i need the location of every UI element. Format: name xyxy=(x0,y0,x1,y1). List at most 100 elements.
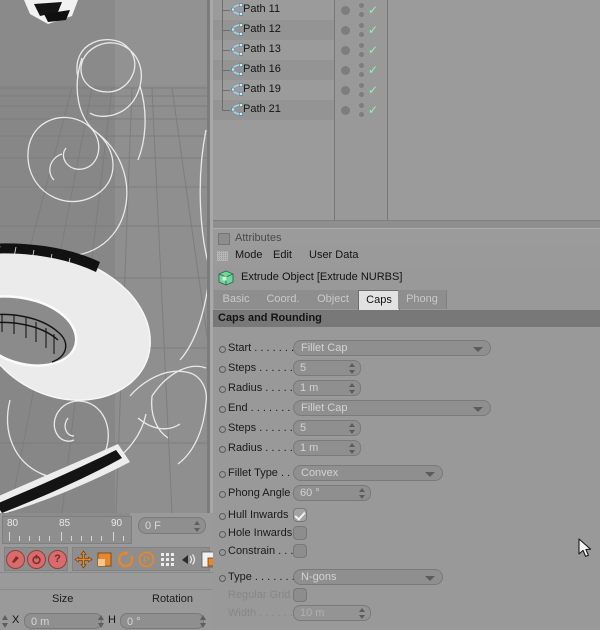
animation-toolbar[interactable]: ? P xyxy=(0,545,217,572)
object-flags[interactable]: ✓ xyxy=(335,40,387,60)
render-visibility-dot[interactable] xyxy=(359,12,364,17)
enabled-check-icon[interactable]: ✓ xyxy=(368,104,378,116)
tree-line xyxy=(222,100,223,110)
property-number-field[interactable]: 5 xyxy=(293,420,361,436)
object-flags[interactable]: ✓ xyxy=(335,0,387,20)
tab-caps[interactable]: Caps xyxy=(358,290,400,310)
property-checkbox[interactable] xyxy=(293,544,307,558)
enabled-check-icon[interactable]: ✓ xyxy=(368,64,378,76)
rotation-h-spinner-icon[interactable] xyxy=(200,615,207,628)
drag-grip-icon[interactable] xyxy=(217,251,228,261)
enabled-check-icon[interactable]: ✓ xyxy=(368,44,378,56)
render-view-button[interactable] xyxy=(179,549,198,569)
render-visibility-dot[interactable] xyxy=(359,72,364,77)
record-active-objects-button[interactable] xyxy=(6,549,25,569)
property-number-field[interactable]: 5 xyxy=(293,360,361,376)
object-flags[interactable]: ✓ xyxy=(335,80,387,100)
object-row[interactable]: Path 16 ✓ xyxy=(213,60,378,80)
timeline-bar[interactable]: 80 85 90 0 F xyxy=(0,513,213,545)
editor-visibility-dot[interactable] xyxy=(359,83,364,88)
size-x-stepper-icon[interactable] xyxy=(2,615,9,628)
menu-user-data[interactable]: User Data xyxy=(309,249,359,261)
property-value: 1 m xyxy=(300,442,319,454)
perspective-viewport[interactable] xyxy=(0,0,213,513)
object-row[interactable]: Path 21 ✓ xyxy=(213,100,378,120)
property-dropdown[interactable]: Fillet Cap xyxy=(293,340,491,356)
rotate-tool-button[interactable] xyxy=(116,549,135,569)
object-manager-empty-area xyxy=(388,0,600,220)
property-dropdown[interactable]: Fillet Cap xyxy=(293,400,491,416)
property-number-field[interactable]: 1 m xyxy=(293,380,361,396)
stepper-icon[interactable] xyxy=(349,363,356,374)
object-tree[interactable]: Path 11 ✓ Path 12 ✓ Path 13 ✓ Path 16 ✓ Path 19 ✓… xyxy=(213,0,378,220)
size-x-field[interactable]: 0 m xyxy=(24,613,102,629)
current-frame-field[interactable]: 0 F xyxy=(138,517,206,534)
visibility-dot[interactable] xyxy=(341,106,350,115)
move-tool-button[interactable] xyxy=(74,549,93,569)
property-dropdown[interactable]: N-gons xyxy=(293,569,443,585)
editor-visibility-dot[interactable] xyxy=(359,103,364,108)
menu-edit[interactable]: Edit xyxy=(273,249,292,261)
visibility-dot[interactable] xyxy=(341,86,350,95)
attribute-manager[interactable]: Attributes Mode Edit User Data Extrude O… xyxy=(213,228,600,629)
enabled-check-icon[interactable]: ✓ xyxy=(368,84,378,96)
render-visibility-dot[interactable] xyxy=(359,112,364,117)
object-row[interactable]: Path 11 ✓ xyxy=(213,0,378,20)
property-number-field[interactable]: 1 m xyxy=(293,440,361,456)
property-value: 60 ° xyxy=(300,487,320,499)
visibility-dot[interactable] xyxy=(341,26,350,35)
object-row[interactable]: Path 19 ✓ xyxy=(213,80,378,100)
property-dropdown[interactable]: Convex xyxy=(293,465,443,481)
property-number-field[interactable]: 10 m xyxy=(293,605,371,621)
point-mode-tool-button[interactable] xyxy=(158,549,177,569)
object-flags[interactable]: ✓ xyxy=(335,60,387,80)
tab-coord[interactable]: Coord. xyxy=(258,290,309,309)
object-manager[interactable]: Path 11 ✓ Path 12 ✓ Path 13 ✓ Path 16 ✓ Path 19 ✓… xyxy=(213,0,600,229)
coord-row-rotation-h[interactable]: H 0 ° xyxy=(106,613,213,630)
visibility-dot[interactable] xyxy=(341,66,350,75)
coord-row-size-x[interactable]: X 0 m xyxy=(0,613,106,630)
panel-lock-checkbox[interactable] xyxy=(218,233,230,245)
keyframe-help-button[interactable]: ? xyxy=(48,549,67,569)
attributes-tab-bar[interactable]: Basic Coord. Object Caps Phong xyxy=(213,290,600,310)
tab-basic[interactable]: Basic xyxy=(214,290,259,309)
editor-visibility-dot[interactable] xyxy=(359,3,364,8)
parametric-tool-button[interactable]: P xyxy=(137,549,156,569)
editor-visibility-dot[interactable] xyxy=(359,63,364,68)
render-visibility-dot[interactable] xyxy=(359,52,364,57)
timeline-ruler[interactable]: 80 85 90 xyxy=(2,516,132,544)
object-flags[interactable]: ✓ xyxy=(335,100,387,120)
property-value: Convex xyxy=(301,467,339,479)
object-flags[interactable]: ✓ xyxy=(335,20,387,40)
render-visibility-dot[interactable] xyxy=(359,92,364,97)
stepper-icon[interactable] xyxy=(359,608,366,619)
object-row[interactable]: Path 12 ✓ xyxy=(213,20,378,40)
autokeying-button[interactable] xyxy=(27,549,46,569)
object-row[interactable]: Path 13 ✓ xyxy=(213,40,378,60)
property-checkbox[interactable] xyxy=(293,588,307,602)
property-checkbox[interactable] xyxy=(293,508,307,522)
tab-phong[interactable]: Phong xyxy=(398,290,447,309)
visibility-dot[interactable] xyxy=(341,46,350,55)
rotation-h-field[interactable]: 0 ° xyxy=(120,613,204,629)
enabled-check-icon[interactable]: ✓ xyxy=(368,24,378,36)
size-x-spinner-icon[interactable] xyxy=(98,615,105,628)
enabled-check-icon[interactable]: ✓ xyxy=(368,4,378,16)
editor-visibility-dot[interactable] xyxy=(359,43,364,48)
property-checkbox[interactable] xyxy=(293,526,307,540)
scale-tool-button[interactable] xyxy=(95,549,114,569)
tab-object[interactable]: Object xyxy=(308,290,359,309)
stepper-icon[interactable] xyxy=(359,488,366,499)
render-visibility-dot[interactable] xyxy=(359,32,364,37)
property-label: Steps . . . . . . xyxy=(228,422,293,434)
property-bullet-icon xyxy=(219,366,226,373)
menu-mode[interactable]: Mode xyxy=(235,249,263,261)
property-bullet-icon xyxy=(219,446,226,453)
stepper-icon[interactable] xyxy=(349,383,356,394)
stepper-icon[interactable] xyxy=(349,423,356,434)
editor-visibility-dot[interactable] xyxy=(359,23,364,28)
frame-stepper-icon[interactable] xyxy=(194,521,201,532)
property-number-field[interactable]: 60 ° xyxy=(293,485,371,501)
stepper-icon[interactable] xyxy=(349,443,356,454)
visibility-dot[interactable] xyxy=(341,6,350,15)
